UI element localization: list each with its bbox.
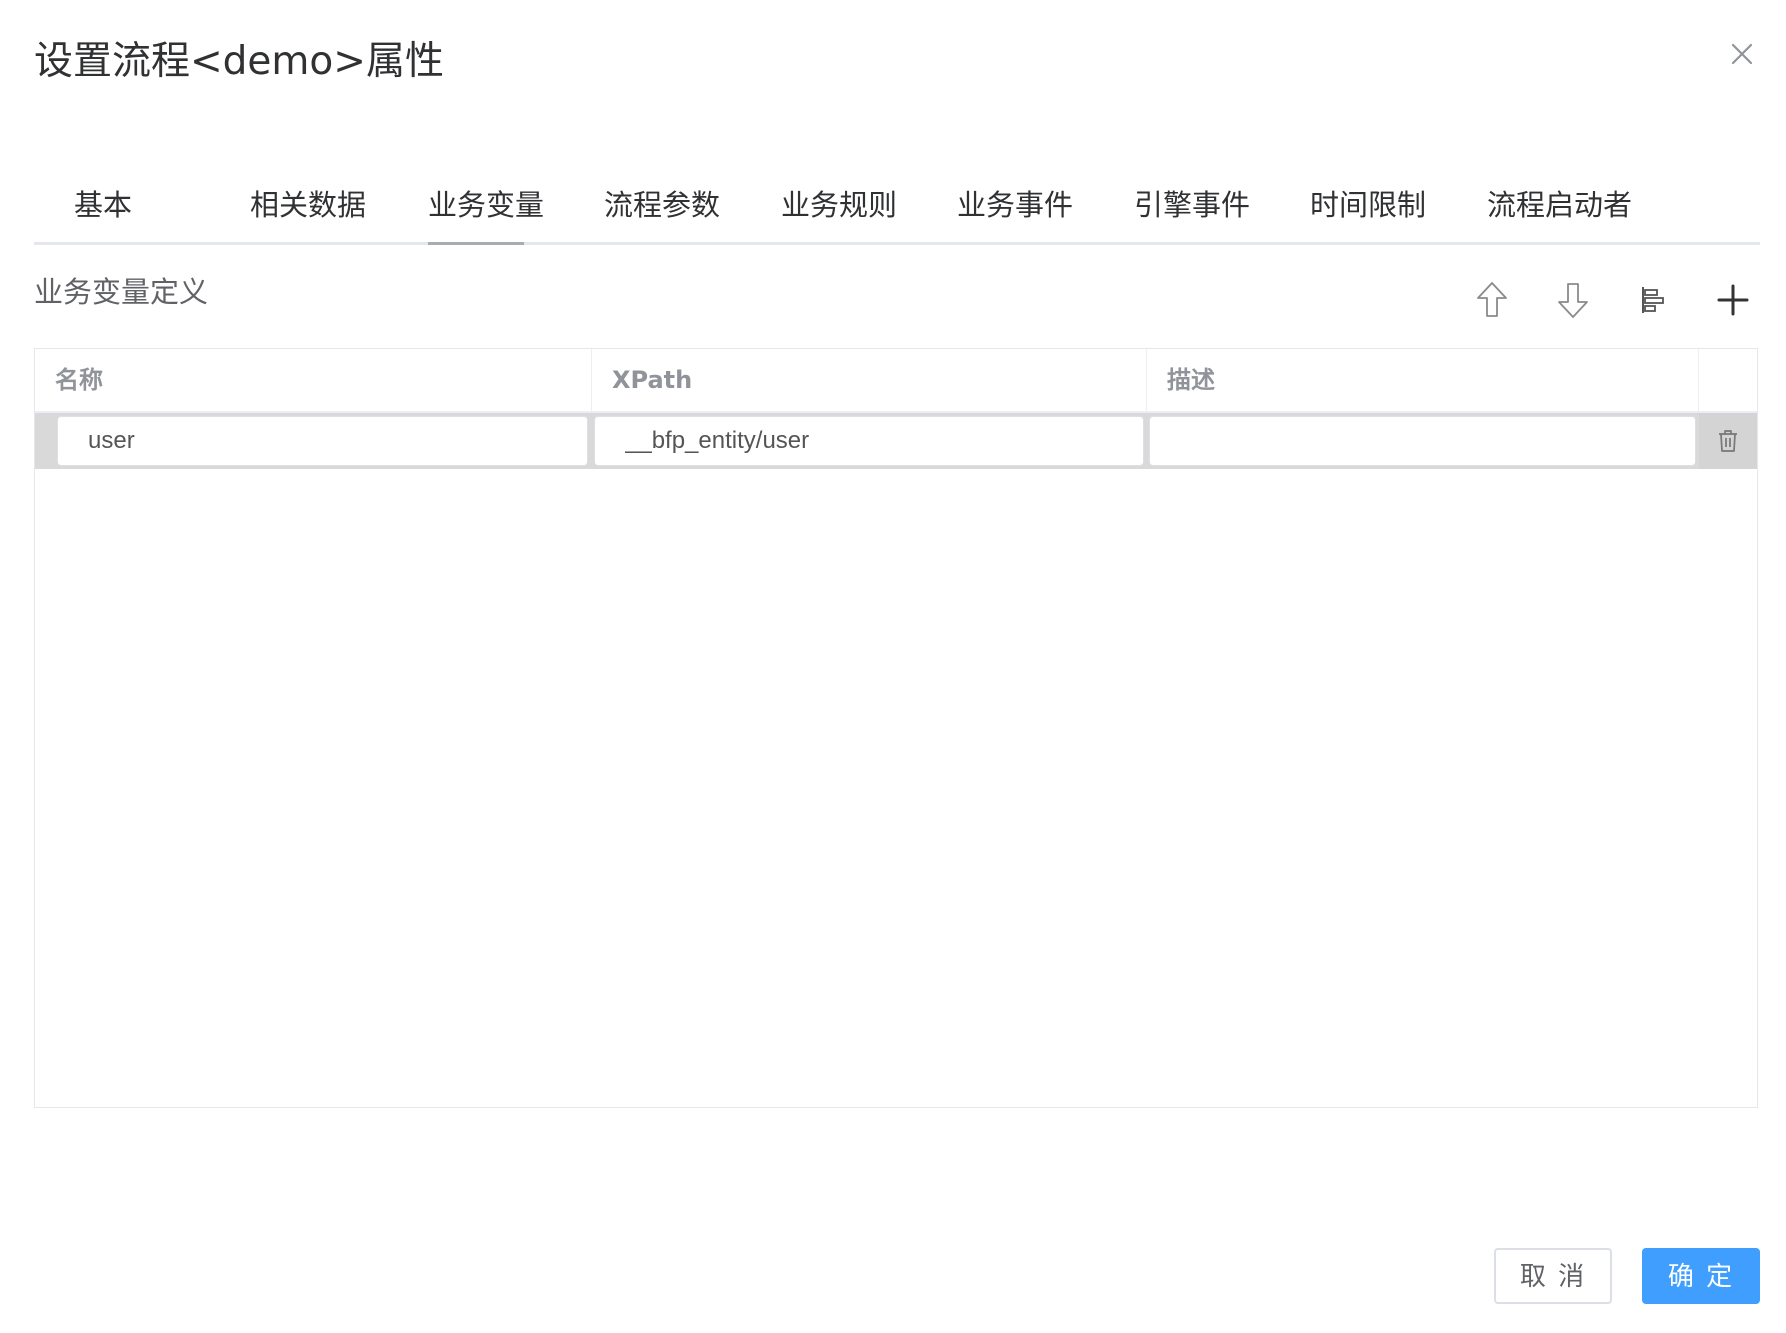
variable-description-input[interactable]	[1149, 416, 1696, 466]
table-row[interactable]	[35, 413, 1757, 469]
column-header-name: 名称	[35, 349, 592, 411]
dialog-title: 设置流程<demo>属性	[34, 39, 444, 84]
tab-business-variables[interactable]: 业务变量	[428, 178, 544, 245]
tab-engine-events[interactable]: 引擎事件	[1134, 178, 1250, 242]
align-left-icon	[1642, 287, 1664, 313]
arrow-down-icon	[1558, 283, 1588, 318]
tab-bar: 基本 相关数据 业务变量 流程参数 业务规则 业务事件 引擎事件 时间限制 流程…	[34, 178, 1760, 245]
process-properties-dialog: 设置流程<demo>属性 基本 相关数据 业务变量 流程参数 业务规则 业务事件…	[0, 0, 1786, 1333]
column-header-description: 描述	[1147, 349, 1699, 411]
table-header: 名称 XPath 描述	[35, 349, 1757, 413]
tab-related-data[interactable]: 相关数据	[250, 178, 366, 242]
close-icon[interactable]	[1724, 36, 1760, 72]
column-header-actions	[1699, 349, 1757, 411]
arrow-up-icon	[1477, 282, 1507, 317]
section-title: 业务变量定义	[34, 275, 209, 309]
variables-table: 名称 XPath 描述	[34, 348, 1758, 1108]
column-header-xpath: XPath	[592, 349, 1147, 411]
confirm-button[interactable]: 确 定	[1642, 1248, 1760, 1304]
trash-icon	[1719, 430, 1737, 452]
tab-basic[interactable]: 基本	[74, 178, 132, 242]
tab-process-params[interactable]: 流程参数	[604, 178, 720, 242]
variable-xpath-input[interactable]	[594, 416, 1144, 466]
tab-business-rules[interactable]: 业务规则	[781, 178, 897, 242]
plus-icon	[1717, 284, 1749, 316]
move-up-button[interactable]	[1472, 280, 1512, 320]
add-row-button[interactable]	[1713, 280, 1753, 320]
cancel-button[interactable]: 取 消	[1494, 1248, 1612, 1304]
variable-name-input[interactable]	[57, 416, 588, 466]
tab-time-limits[interactable]: 时间限制	[1310, 178, 1426, 242]
delete-row-button[interactable]	[1699, 413, 1757, 469]
move-down-button[interactable]	[1553, 280, 1593, 320]
tab-business-events[interactable]: 业务事件	[957, 178, 1073, 242]
format-button[interactable]	[1633, 280, 1673, 320]
tab-process-starter[interactable]: 流程启动者	[1487, 178, 1632, 242]
